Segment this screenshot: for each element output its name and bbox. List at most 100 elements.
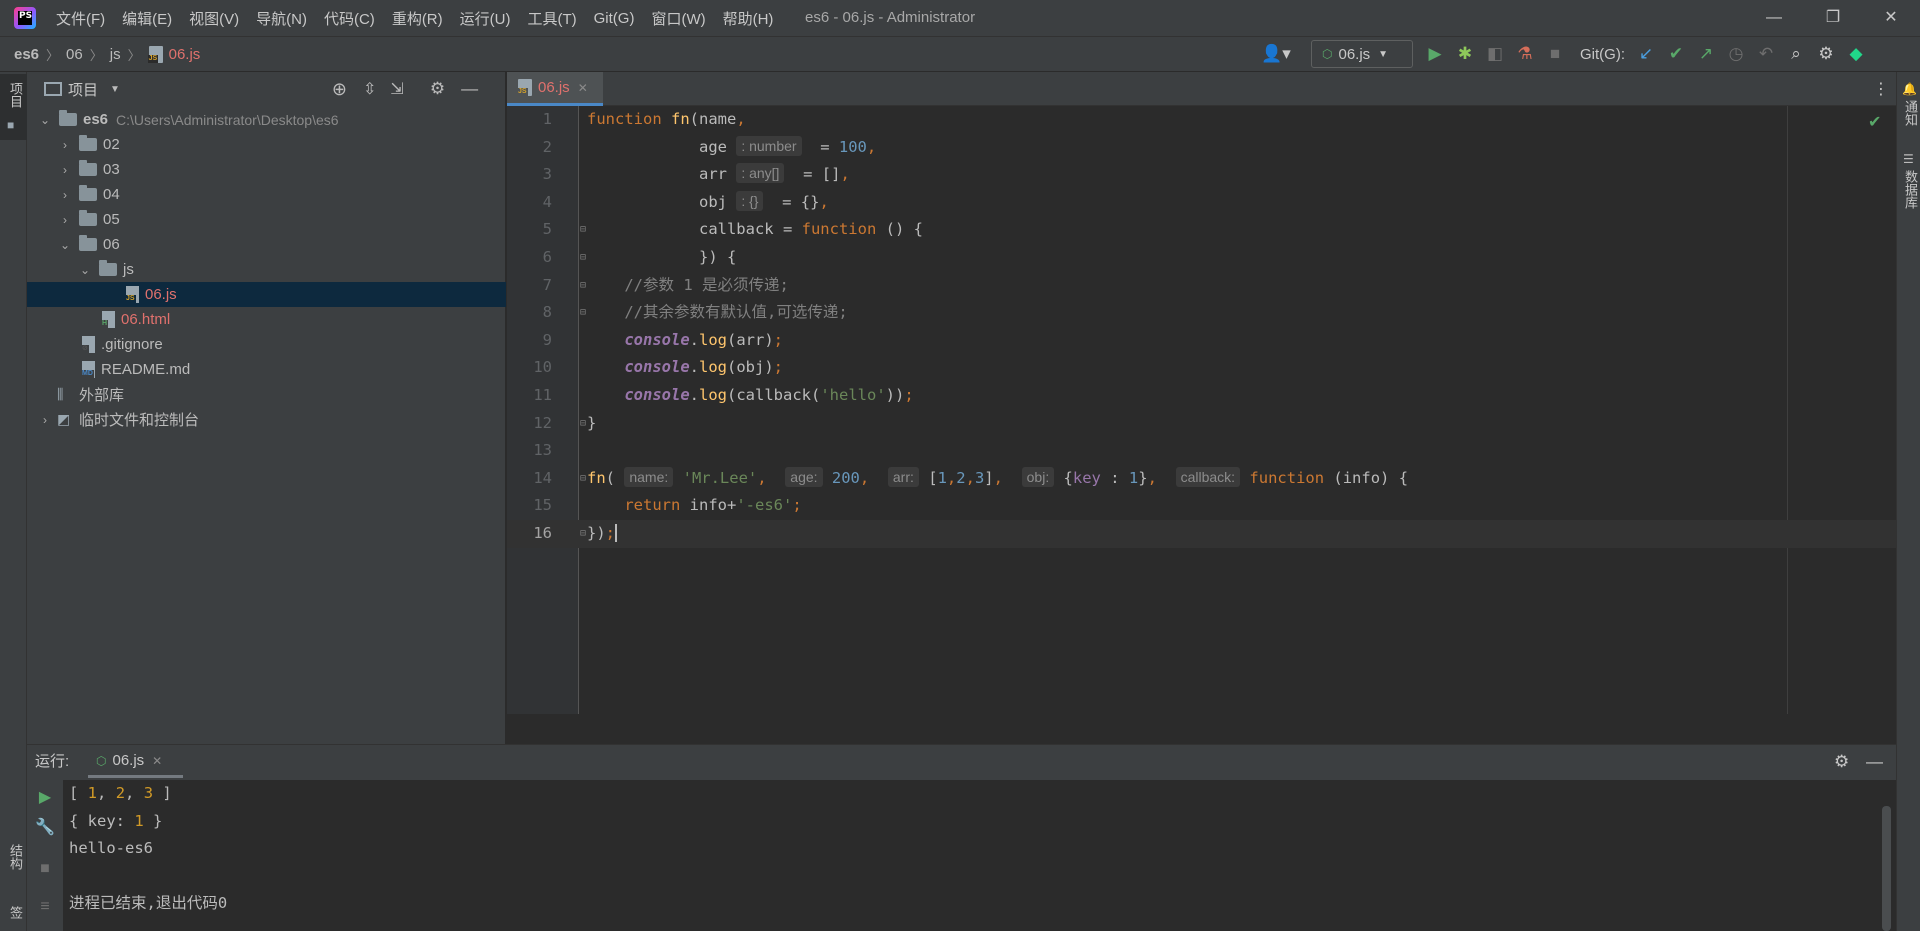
git-commit-icon[interactable]: ✔ (1661, 39, 1691, 69)
menu-tools[interactable]: 工具(T) (527, 8, 576, 29)
menu-help[interactable]: 帮助(H) (723, 8, 774, 29)
wrench-icon[interactable]: 🔧 (35, 817, 55, 837)
chevron-right-icon[interactable]: › (57, 188, 73, 202)
chevron-right-icon[interactable]: › (57, 138, 73, 152)
console-scrollbar[interactable] (1882, 806, 1891, 931)
type-hint: : {} (736, 190, 764, 211)
stop-icon[interactable]: ■ (35, 860, 55, 880)
param-hint: arr: (887, 466, 919, 487)
fold-icon[interactable]: ⊟ (580, 299, 586, 327)
breadcrumb-folder-06[interactable]: 06 (66, 46, 83, 63)
tree-row-06-js[interactable]: JS 06.js (27, 282, 506, 307)
fold-icon[interactable]: ⊟ (580, 520, 586, 548)
rollback-icon[interactable]: ↶ (1751, 39, 1781, 69)
editor-tab-06-js[interactable]: JS 06.js ✕ (507, 72, 603, 106)
rerun-icon[interactable]: ▶ (35, 787, 55, 807)
fold-icon[interactable]: ⊟ (580, 244, 586, 272)
expand-all-icon[interactable]: ⇳ (363, 79, 376, 99)
menu-run[interactable]: 运行(U) (460, 8, 511, 29)
menu-file[interactable]: 文件(F) (56, 8, 105, 29)
tree-row-04[interactable]: › 04 (27, 182, 506, 207)
tree-row-gitignore[interactable]: ⊘ .gitignore (27, 332, 506, 357)
close-icon[interactable]: ✕ (152, 754, 162, 768)
js-file-icon: JS (147, 45, 165, 63)
menu-refactor[interactable]: 重构(R) (392, 8, 443, 29)
chevron-down-icon[interactable]: ▼ (110, 84, 120, 95)
menu-window[interactable]: 窗口(W) (651, 8, 705, 29)
breadcrumb: es6 〉 06 〉 js 〉 JS 06.js (14, 36, 200, 72)
tree-row-es6[interactable]: ⌄ es6 C:\Users\Administrator\Desktop\es6 (27, 107, 506, 132)
chevron-right-icon[interactable]: › (37, 413, 53, 427)
breadcrumb-project[interactable]: es6 (14, 46, 39, 63)
close-button[interactable]: ✕ (1868, 0, 1914, 36)
soft-wrap-icon[interactable]: ≡ (35, 898, 55, 918)
chevron-down-icon[interactable]: ⌄ (77, 263, 93, 277)
menu-bar: 文件(F) 编辑(E) 视图(V) 导航(N) 代码(C) 重构(R) 运行(U… (56, 0, 790, 36)
structure-tool-tab[interactable]: 结构 (6, 844, 25, 870)
menu-code[interactable]: 代码(C) (324, 8, 375, 29)
fold-icon[interactable]: ⊟ (580, 410, 586, 438)
restore-button[interactable]: ❐ (1810, 0, 1856, 36)
stop-icon[interactable]: ■ (1540, 39, 1570, 69)
menu-edit[interactable]: 编辑(E) (122, 8, 172, 29)
project-panel-title[interactable]: 项目 (68, 79, 98, 100)
scratch-icon: ◩ (57, 411, 71, 427)
tree-row-06-html[interactable]: H 06.html (27, 307, 506, 332)
debug-icon[interactable]: ✱ (1450, 39, 1480, 69)
tree-label: .gitignore (101, 336, 163, 353)
notifications-tab[interactable]: 通知 (1901, 100, 1920, 126)
database-tab[interactable]: 数据库 (1901, 170, 1920, 209)
profile-icon[interactable]: ⚗ (1510, 39, 1540, 69)
menu-navigate[interactable]: 导航(N) (256, 8, 307, 29)
search-icon[interactable]: ⌕ (1781, 39, 1811, 69)
app-logo-icon[interactable]: PS (14, 7, 36, 29)
tree-row-05[interactable]: › 05 (27, 207, 506, 232)
chevron-down-icon[interactable]: ⌄ (37, 113, 53, 127)
menu-view[interactable]: 视图(V) (189, 8, 239, 29)
git-push-icon[interactable]: ↗ (1691, 39, 1721, 69)
settings-icon[interactable]: ⚙ (1811, 39, 1841, 69)
locate-icon[interactable]: ⊕ (332, 79, 347, 100)
hide-panel-icon[interactable]: — (461, 79, 478, 99)
chevron-down-icon[interactable]: ⌄ (57, 238, 73, 252)
gear-icon[interactable]: ⚙ (430, 79, 445, 99)
fold-icon[interactable]: ⊟ (580, 465, 586, 493)
tree-row-02[interactable]: › 02 (27, 132, 506, 157)
menu-git[interactable]: Git(G) (594, 10, 635, 27)
minimize-button[interactable]: — (1751, 0, 1797, 36)
chevron-right-icon[interactable]: › (57, 163, 73, 177)
fold-icon[interactable]: ⊟ (580, 216, 586, 244)
run-icon[interactable]: ▶ (1420, 39, 1450, 69)
history-icon[interactable]: ◷ (1721, 39, 1751, 69)
close-icon[interactable]: ✕ (578, 81, 588, 95)
tree-row-scratches[interactable]: › ◩ 临时文件和控制台 (27, 407, 506, 432)
tree-label: 02 (103, 136, 120, 153)
user-icon[interactable]: 👤▾ (1255, 39, 1297, 69)
console-output[interactable] (63, 780, 1896, 931)
breadcrumb-file[interactable]: 06.js (169, 46, 201, 63)
project-tool-tab[interactable]: 项目 ■ (0, 74, 27, 140)
git-update-icon[interactable]: ↙ (1631, 39, 1661, 69)
code-line: 13 (507, 437, 1896, 465)
breadcrumb-folder-js[interactable]: js (110, 46, 121, 63)
run-tab-06-js[interactable]: ⬡ 06.js ✕ (88, 746, 183, 778)
gear-icon[interactable]: ⚙ (1834, 752, 1849, 772)
coverage-icon[interactable]: ◧ (1480, 39, 1510, 69)
hide-panel-icon[interactable]: — (1866, 752, 1883, 772)
code-text: arr : any[] = [], (587, 163, 850, 184)
chevron-right-icon[interactable]: › (57, 213, 73, 227)
line-number: 5 (542, 220, 552, 239)
collapse-all-icon[interactable]: ⇲ (390, 79, 403, 99)
tree-row-js[interactable]: ⌄ js (27, 257, 506, 282)
tree-row-06[interactable]: ⌄ 06 (27, 232, 506, 257)
tree-row-external-libraries[interactable]: ⫼ 外部库 (27, 382, 506, 407)
fold-icon[interactable]: ⊟ (580, 272, 586, 300)
tree-row-readme[interactable]: MD README.md (27, 357, 506, 382)
jetbrains-icon[interactable]: ◆ (1841, 39, 1871, 69)
tree-row-03[interactable]: › 03 (27, 157, 506, 182)
run-config-select[interactable]: ⬡ 06.js ▼ (1311, 40, 1413, 68)
code-text: obj : {} = {}, (587, 190, 829, 211)
line-number: 4 (542, 192, 552, 211)
user-menu[interactable]: 👤▾ (1255, 36, 1297, 72)
more-icon[interactable]: ⋮ (1873, 79, 1889, 99)
